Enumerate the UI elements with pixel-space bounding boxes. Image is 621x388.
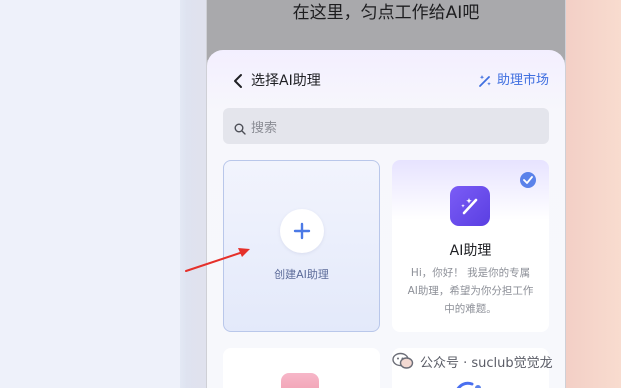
sheet-header: 选择AI助理 助理市场 [223,70,549,92]
assistant-market-link[interactable]: 助理市场 [477,71,549,91]
watermark: 公众号 · suclub觉觉龙 [392,350,553,372]
assistant-logo-icon [456,381,481,388]
left-pane [0,0,180,388]
avatar [281,373,319,388]
selected-check-icon [520,172,536,188]
watermark-text: 公众号 · suclub觉觉龙 [420,355,553,371]
ai-assistant-card[interactable]: AI助理 Hi，你好！ 我是你的专属AI助理，希望为你分担工作中的难题。 [392,160,549,332]
assistant-card-partial[interactable] [223,348,380,388]
market-label: 助理市场 [496,73,549,88]
ai-logo-icon [450,186,490,226]
pointer-arrow [185,248,250,272]
wechat-icon [392,352,414,370]
assistant-description: Hi，你好！ 我是你的专属AI助理，希望为你分担工作中的难题。 [407,267,534,315]
search-placeholder: 搜索 [251,120,278,136]
market-icon [477,73,493,89]
plus-button[interactable] [280,209,324,253]
select-assistant-sheet: 选择AI助理 助理市场 搜索 创建AI助理 AI助理 Hi，你好！ 我是你的专属… [207,50,565,388]
search-input[interactable]: 搜索 [223,108,549,144]
sheet-title: 选择AI助理 [251,73,321,89]
hint-text: 在这里，匀点工作给AI吧 [292,3,480,23]
phone-frame-edge [566,0,621,388]
assistant-name: AI助理 [449,243,492,259]
plus-icon [293,222,311,240]
back-icon[interactable] [231,72,245,90]
search-icon [234,120,246,135]
